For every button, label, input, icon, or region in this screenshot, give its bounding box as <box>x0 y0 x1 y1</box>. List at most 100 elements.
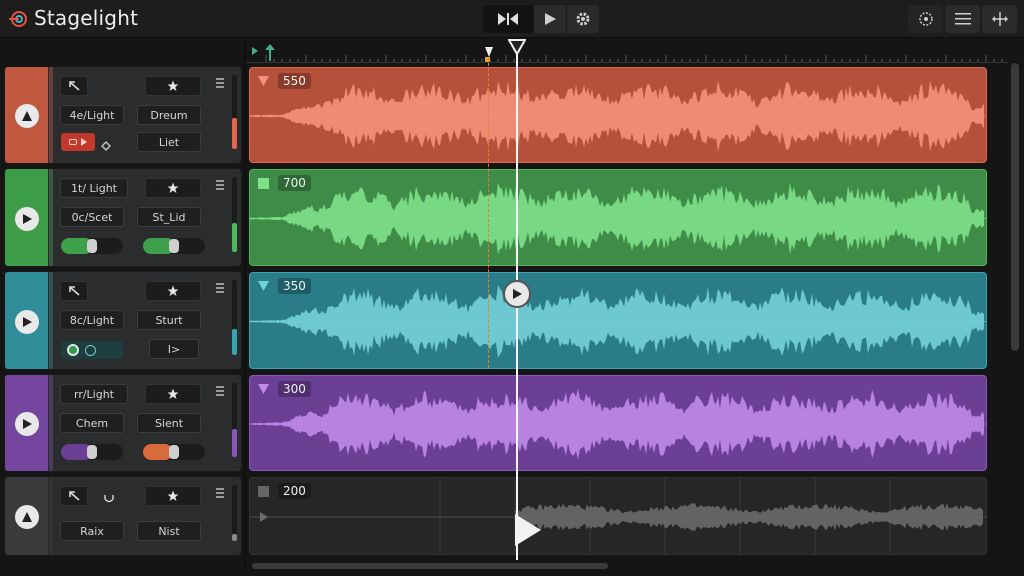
play-icon <box>23 214 32 224</box>
skip-icon <box>498 13 518 25</box>
track-mode-field[interactable]: St_Lid <box>137 207 201 227</box>
track-tool-button[interactable] <box>60 76 88 96</box>
ruler-ticks <box>246 44 1008 63</box>
vertical-scrollbar[interactable] <box>1011 63 1019 351</box>
audio-clip[interactable]: 700 <box>249 169 987 266</box>
snap-button[interactable] <box>908 5 943 33</box>
track-label-button[interactable]: I> <box>149 339 199 359</box>
track-mode-field[interactable]: Sturt <box>137 310 201 330</box>
volume-slider[interactable] <box>61 444 123 460</box>
level-meter <box>232 485 237 541</box>
clip-triangle-icon <box>258 281 269 291</box>
track-name-button[interactable]: 1t/ Light <box>60 178 128 198</box>
panel-divider <box>244 39 246 569</box>
track-mode-field[interactable]: Sient <box>137 413 201 433</box>
record-toggle[interactable] <box>61 133 95 151</box>
drag-handle-icon[interactable] <box>216 283 224 293</box>
track-header[interactable]: 4e/Light Dreum Liet <box>4 66 242 164</box>
triangle-up-icon <box>22 111 32 121</box>
right-toolbar <box>908 5 1018 33</box>
pan-slider[interactable] <box>143 444 205 460</box>
drag-handle-icon[interactable] <box>216 78 224 88</box>
audio-clip[interactable]: 550 <box>249 67 987 163</box>
diamond-icon <box>101 141 111 151</box>
slider-knob[interactable] <box>87 445 97 459</box>
arrow-up-left-icon <box>69 286 80 296</box>
link-icon <box>67 344 79 356</box>
rec-icon <box>104 495 114 503</box>
menu-button[interactable] <box>945 5 980 33</box>
split-button[interactable] <box>982 5 1017 33</box>
slider-knob[interactable] <box>87 239 97 253</box>
track-mode-field[interactable]: Dreum <box>137 105 201 125</box>
timeline-ruler[interactable] <box>246 39 1008 63</box>
track-label-button[interactable]: Liet <box>137 132 201 152</box>
clip-label: 350 <box>278 278 311 294</box>
star-icon <box>167 182 179 193</box>
play-icon <box>545 13 556 25</box>
track-name-field[interactable]: Chem <box>60 413 124 433</box>
target-logo-icon <box>9 11 27 27</box>
slider-knob[interactable] <box>169 445 179 459</box>
drag-handle-icon[interactable] <box>216 488 224 498</box>
settings-button[interactable] <box>566 5 599 33</box>
waveform <box>250 384 986 460</box>
level-meter <box>232 280 237 355</box>
track-header[interactable]: rr/Light Chem Sient <box>4 374 242 472</box>
volume-slider[interactable] <box>61 238 123 254</box>
playhead-play-button[interactable] <box>503 280 531 308</box>
loop-marker-line <box>488 58 489 368</box>
track-name-field[interactable]: 4e/Light <box>60 105 124 125</box>
level-meter-fill <box>232 534 237 541</box>
transport-controls <box>483 5 599 33</box>
track-tool-button[interactable] <box>60 281 88 301</box>
track-fx-button[interactable] <box>145 281 201 301</box>
track-arm-button[interactable] <box>15 310 39 334</box>
rec-dot-icon <box>69 139 77 145</box>
track-option-a[interactable]: Raix <box>60 521 124 541</box>
cog-dial-icon <box>918 12 933 26</box>
cycle-icon <box>85 344 96 356</box>
track-name-field[interactable]: 0c/Scet <box>60 207 124 227</box>
track-header[interactable]: 8c/Light Sturt I> <box>4 271 242 370</box>
waveform <box>250 478 986 554</box>
track-arm-button[interactable] <box>15 104 39 128</box>
track-fx-button[interactable] <box>145 178 201 198</box>
audio-clip[interactable]: 350 <box>249 272 987 369</box>
clip-triangle-icon <box>258 76 269 86</box>
horizontal-scrollbar[interactable] <box>252 563 608 569</box>
track-fx-button[interactable] <box>145 384 201 404</box>
track-header[interactable]: 1t/ Light 0c/Scet St_Lid <box>4 168 242 267</box>
gear-icon <box>576 12 590 26</box>
clip-label: 550 <box>278 73 311 89</box>
track-option-b[interactable]: Nist <box>137 521 201 541</box>
drag-handle-icon[interactable] <box>216 180 224 190</box>
track-tool-button[interactable] <box>60 486 88 506</box>
audio-clip[interactable]: 200 <box>249 477 987 555</box>
track-header[interactable]: Raix Nist <box>4 476 242 556</box>
diamond-toggle[interactable] <box>101 136 111 155</box>
playhead-handle-icon[interactable] <box>508 39 526 55</box>
audio-clip[interactable]: 300 <box>249 375 987 471</box>
mono-toggle[interactable] <box>61 341 123 359</box>
track-mid-icon[interactable] <box>103 490 115 509</box>
clip-triangle-icon <box>258 384 269 394</box>
track-color-edge <box>49 375 53 471</box>
level-meter <box>232 383 237 457</box>
track-arm-button[interactable] <box>15 505 39 529</box>
track-name-field[interactable]: 8c/Light <box>60 310 124 330</box>
slider-knob[interactable] <box>169 239 179 253</box>
skip-button[interactable] <box>483 5 533 33</box>
monitor-icon <box>81 138 87 146</box>
drag-handle-icon[interactable] <box>216 386 224 396</box>
star-icon <box>167 80 179 91</box>
track-name-button[interactable]: rr/Light <box>60 384 128 404</box>
track-fx-button[interactable] <box>145 486 201 506</box>
large-play-icon[interactable] <box>513 512 543 548</box>
track-fx-button[interactable] <box>145 76 201 96</box>
play-button[interactable] <box>533 5 566 33</box>
pan-slider[interactable] <box>143 238 205 254</box>
track-color-edge <box>49 67 53 163</box>
track-arm-button[interactable] <box>15 207 39 231</box>
track-arm-button[interactable] <box>15 412 39 436</box>
